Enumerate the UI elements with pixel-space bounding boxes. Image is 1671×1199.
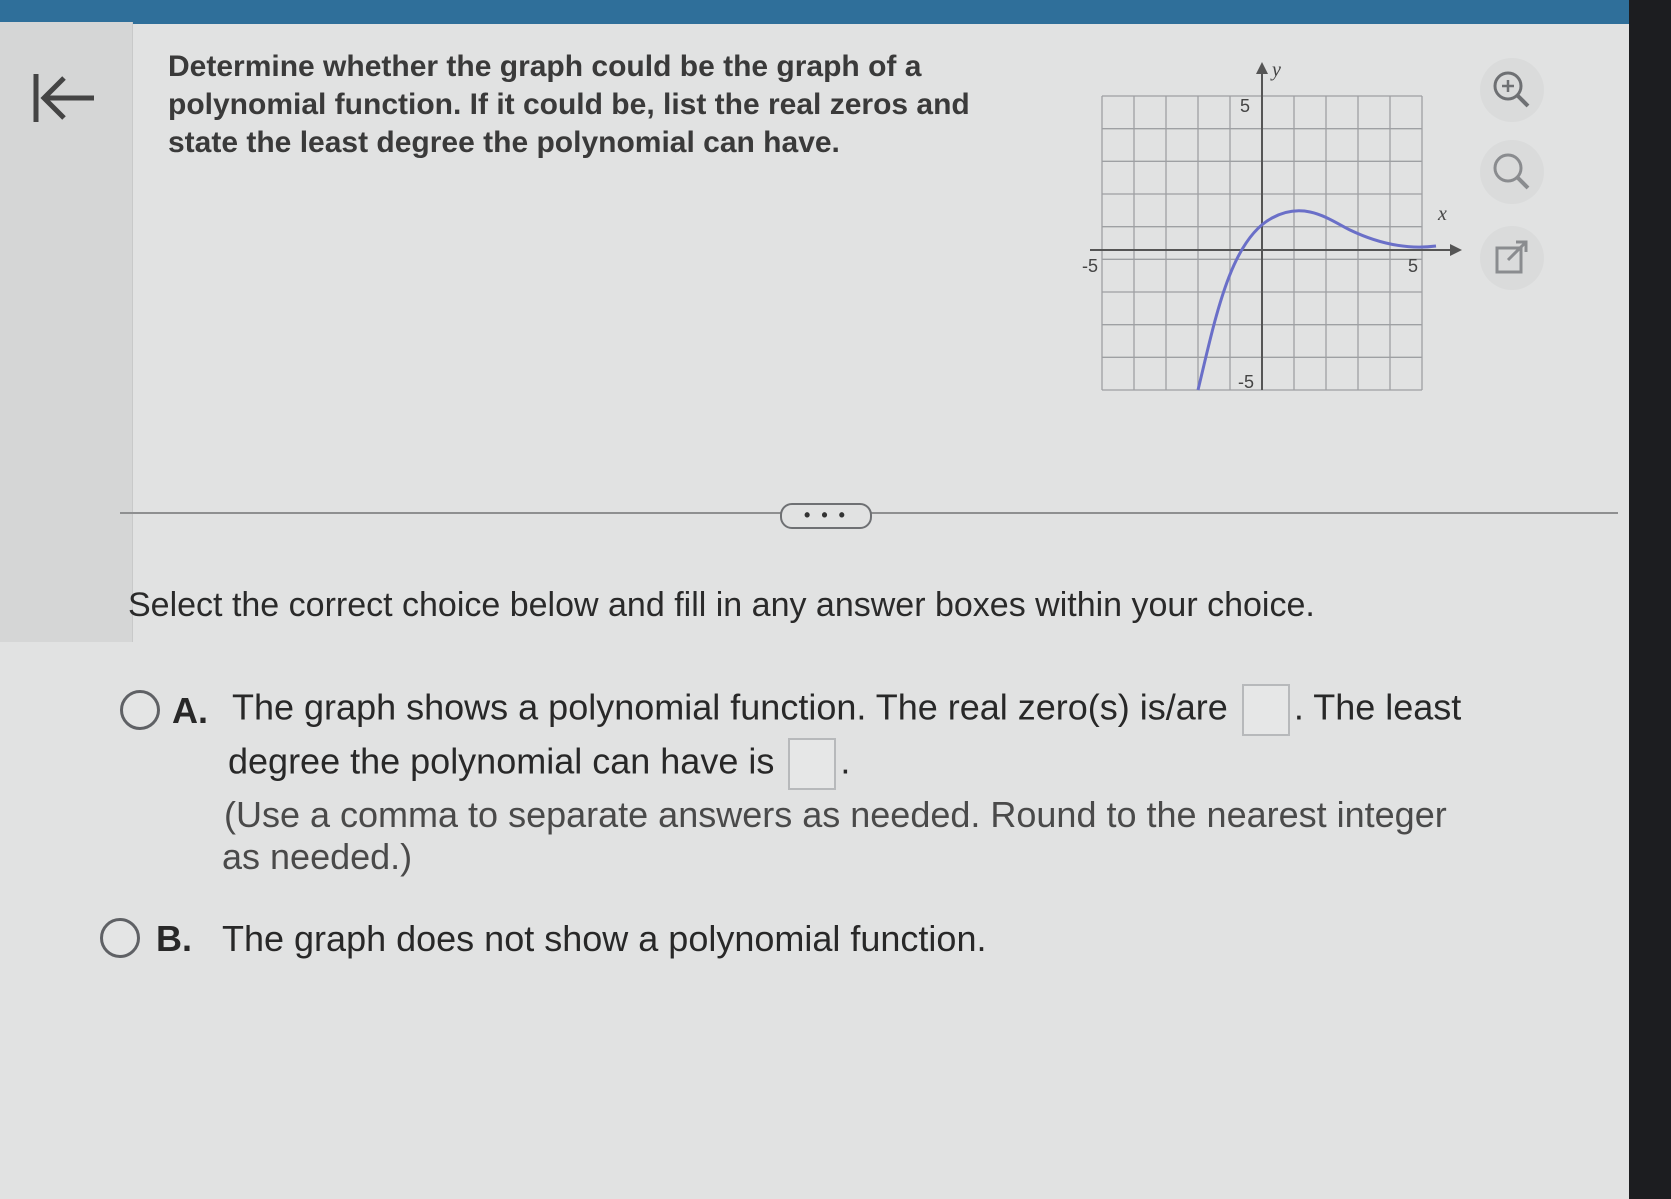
tick-label-neg-x: -5 — [1082, 256, 1098, 276]
graph-axes — [1090, 62, 1462, 390]
instruction-text: Select the correct choice below and fill… — [128, 586, 1315, 624]
real-zeros-answer-box[interactable] — [1241, 684, 1290, 736]
y-axis-arrow — [1256, 62, 1268, 74]
least-degree-answer-box[interactable] — [788, 738, 837, 790]
y-axis-label: y — [1270, 59, 1281, 81]
back-arrow-icon — [33, 74, 94, 122]
back-to-start-button[interactable] — [28, 68, 98, 128]
x-axis-arrow — [1450, 244, 1462, 256]
choice-a-hint-2: as needed.) — [222, 836, 413, 877]
polynomial-curve — [1196, 209, 1437, 391]
tick-label-pos-x: 5 — [1408, 256, 1418, 276]
choice-a-text-4: . — [840, 740, 851, 782]
choice-b-letter: B. — [156, 918, 192, 959]
choice-a-hint-1: (Use a comma to separate answers as need… — [224, 794, 1447, 835]
polynomial-graph: x y -5 5 5 -5 — [1082, 59, 1490, 420]
popout-button[interactable] — [1480, 226, 1544, 290]
question-line-2: polynomial function. If it could be, lis… — [168, 88, 970, 121]
top-bar — [0, 0, 1671, 24]
choice-a-line-2: degree the polynomial can have is . — [228, 738, 850, 790]
choice-a-radio[interactable] — [120, 690, 160, 730]
choice-a-text-1: The graph shows a polynomial function. T… — [232, 686, 1228, 728]
x-axis-label: x — [1437, 203, 1447, 225]
tick-label-pos-y: 5 — [1240, 96, 1250, 116]
zoom-out-button[interactable] — [1480, 140, 1544, 204]
question-line-1: Determine whether the graph could be the… — [168, 50, 922, 83]
choice-a-letter: A. — [172, 690, 208, 731]
choice-a-text-2: . The least — [1293, 686, 1462, 728]
question-text: Determine whether the graph could be the… — [168, 48, 1048, 162]
tick-label-neg-y: -5 — [1238, 372, 1254, 392]
choice-b-radio[interactable] — [100, 918, 140, 958]
zoom-in-icon — [1493, 71, 1530, 108]
choice-a-text-3: degree the polynomial can have is — [228, 740, 775, 782]
popout-icon — [1495, 240, 1528, 274]
show-more-button[interactable]: • • • — [780, 503, 872, 529]
choice-b-text: The graph does not show a polynomial fun… — [222, 918, 987, 959]
choice-a-line-1: The graph shows a polynomial function. T… — [232, 684, 1461, 736]
question-line-3: state the least degree the polynomial ca… — [168, 126, 840, 159]
zoom-out-icon — [1493, 153, 1530, 190]
right-edge — [1629, 0, 1671, 1199]
zoom-in-button[interactable] — [1480, 58, 1544, 122]
